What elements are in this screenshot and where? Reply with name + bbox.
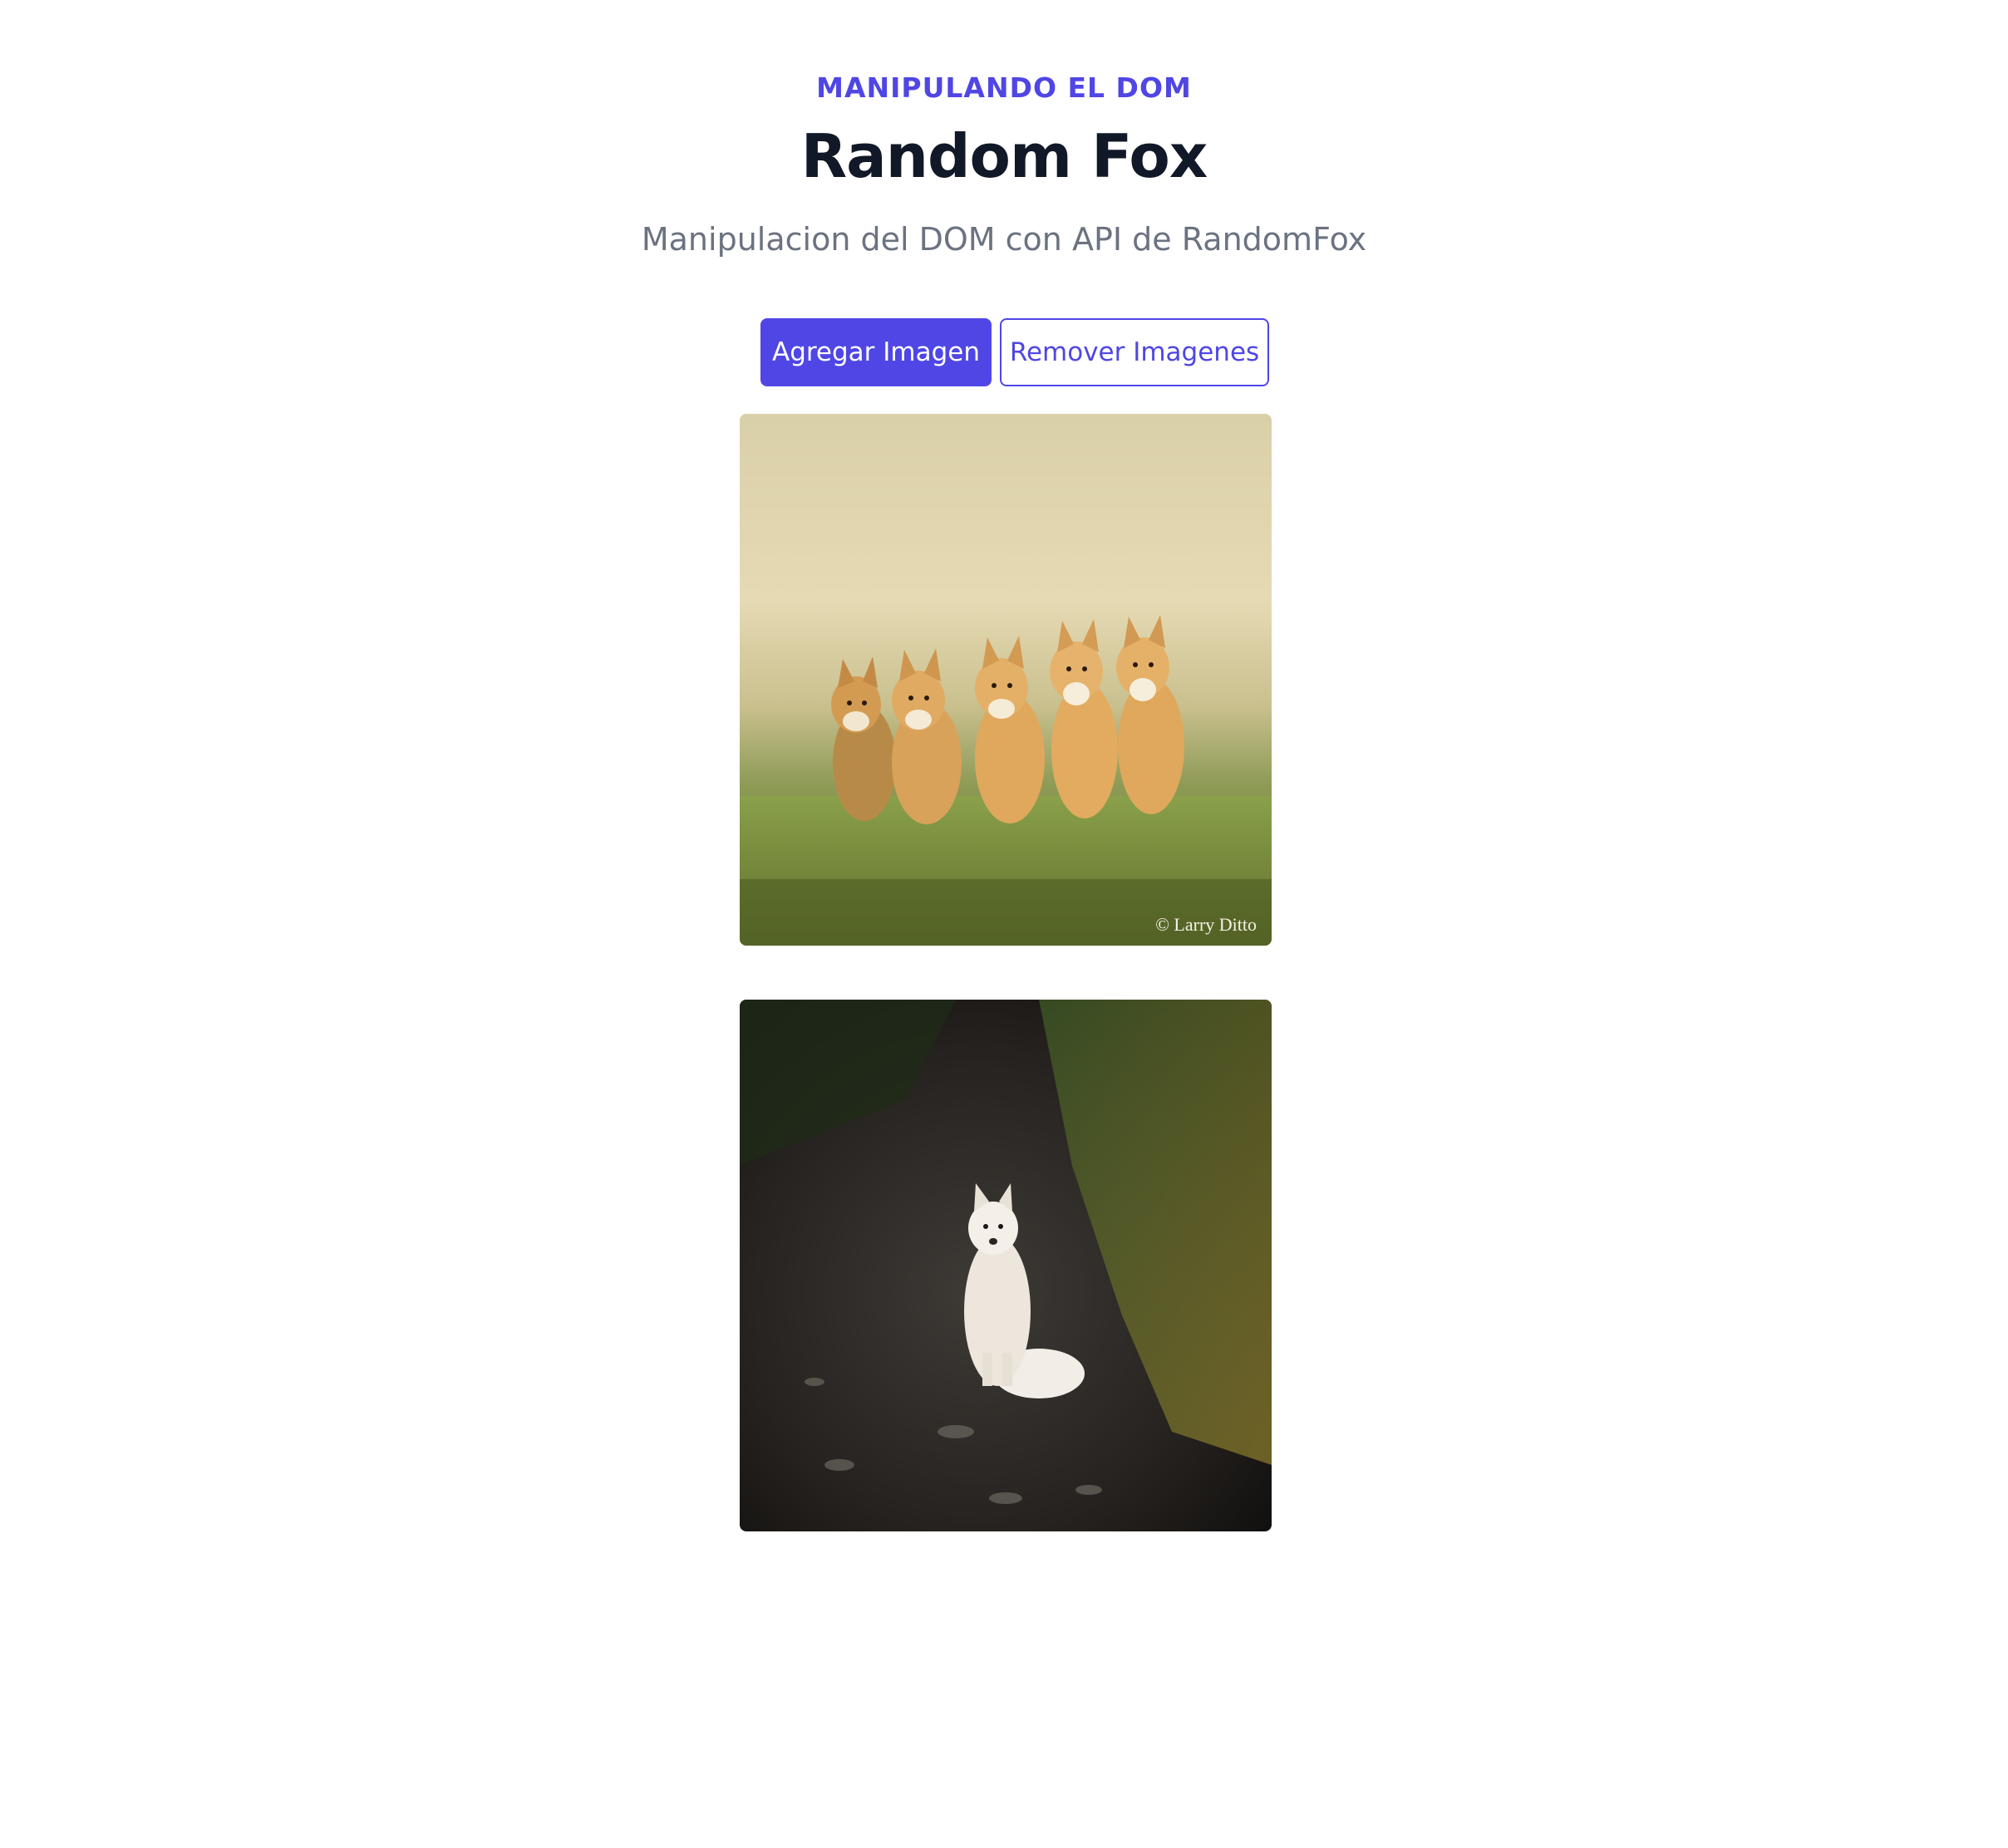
eyebrow-label: MANIPULANDO EL DOM — [816, 71, 1192, 104]
fox-image — [740, 1000, 1272, 1531]
page-subtitle: Manipulacion del DOM con API de RandomFo… — [641, 221, 1367, 258]
add-image-button[interactable]: Agregar Imagen — [760, 318, 992, 386]
arctic-fox-photo — [740, 1000, 1272, 1531]
fox-image: © Larry Ditto — [740, 414, 1272, 946]
page: MANIPULANDO EL DOM Random Fox Manipulaci… — [0, 0, 2008, 1848]
remove-images-button[interactable]: Remover Imagenes — [1000, 318, 1269, 386]
fox-kits-photo — [740, 414, 1272, 946]
button-row: Agregar Imagen Remover Imagenes — [0, 318, 2008, 386]
page-title: Random Fox — [800, 121, 1208, 191]
image-watermark: © Larry Ditto — [1155, 914, 1257, 935]
